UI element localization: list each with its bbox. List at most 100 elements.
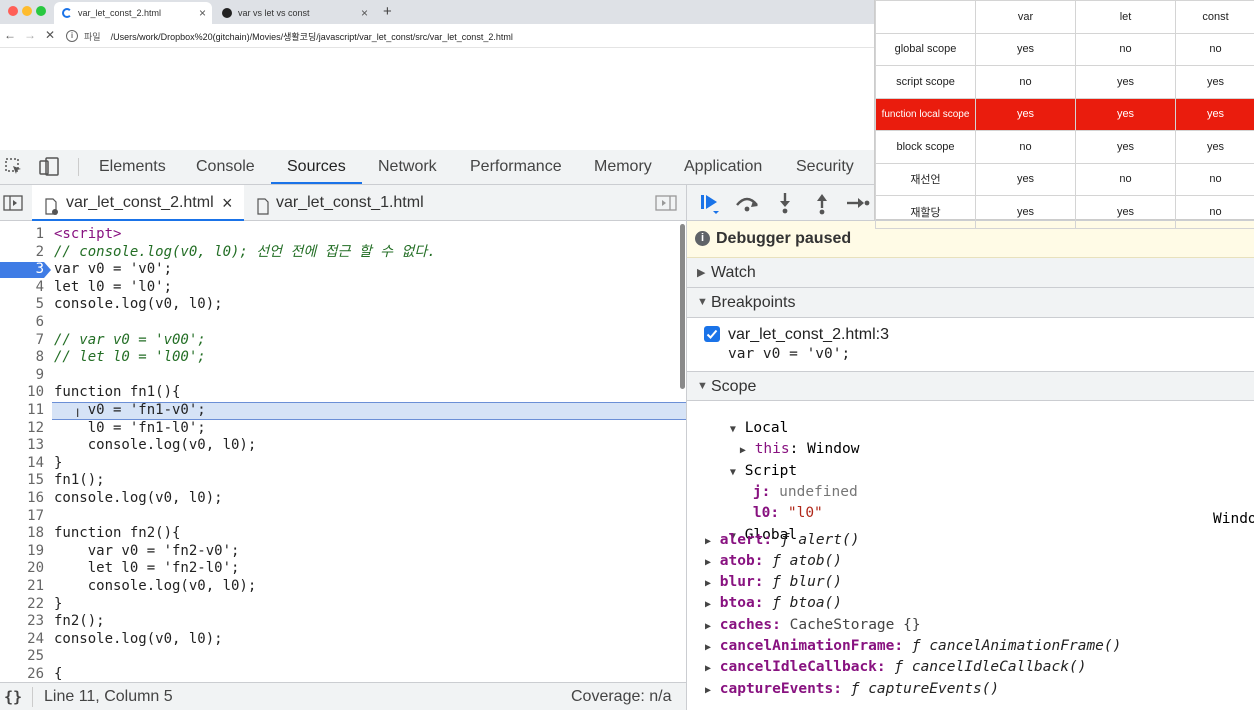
zoom-window-button[interactable] xyxy=(36,6,46,16)
scope-entry[interactable]: ▶ cancelAnimationFrame: ƒ cancelAnimatio… xyxy=(705,638,1121,654)
scope-entry[interactable]: ▶ atob: ƒ atob() xyxy=(705,553,842,569)
table-cell: no xyxy=(1075,32,1176,66)
line-number[interactable]: 8 xyxy=(0,349,44,367)
prop-value: CacheStorage {} xyxy=(789,617,921,633)
file-tab-active[interactable]: var_let_const_2.html × xyxy=(32,185,244,221)
line-number[interactable]: 17 xyxy=(0,508,44,526)
scope-entry[interactable]: ▶ blur: ƒ blur() xyxy=(705,574,842,590)
toggle-debugger-sidebar-icon[interactable] xyxy=(655,195,677,211)
file-tab[interactable]: var_let_const_1.html xyxy=(246,185,446,221)
line-number[interactable]: 11 xyxy=(0,402,44,420)
scope-entry[interactable]: ▶ caches: CacheStorage {} xyxy=(705,617,921,633)
watch-section-header[interactable]: ▶ Watch xyxy=(687,258,1254,288)
scope-entry[interactable]: ▶ captureEvents: ƒ captureEvents() xyxy=(705,681,999,697)
close-file-icon[interactable]: × xyxy=(222,185,233,221)
table-cell: yes xyxy=(1175,130,1254,164)
inspect-element-icon[interactable] xyxy=(4,157,24,177)
prop-name: blur xyxy=(719,574,755,590)
line-number-current[interactable]: 3 xyxy=(0,261,44,279)
line-number[interactable]: 20 xyxy=(0,560,44,578)
stop-loading-icon[interactable]: ✕ xyxy=(45,28,55,42)
line-number[interactable]: 25 xyxy=(0,648,44,666)
breakpoint-item[interactable]: var_let_const_2.html:3 var v0 = 'v0'; xyxy=(687,318,1254,374)
table-cell: no xyxy=(1175,195,1254,229)
line-number[interactable]: 10 xyxy=(0,384,44,402)
line-number[interactable]: 7 xyxy=(0,332,44,350)
line-number[interactable]: 24 xyxy=(0,631,44,649)
row-label: 재선언 xyxy=(875,162,976,196)
breakpoints-section-header[interactable]: ▼ Breakpoints xyxy=(687,288,1254,318)
back-icon[interactable]: ← xyxy=(4,28,16,42)
resume-icon[interactable] xyxy=(697,191,723,215)
scope-entry[interactable]: ▶ alert: ƒ alert() xyxy=(705,532,859,548)
expand-triangle-icon: ▶ xyxy=(705,599,712,610)
line-number[interactable]: 19 xyxy=(0,543,44,561)
coverage-status[interactable]: Coverage: n/a xyxy=(571,688,672,706)
function-symbol: ƒ xyxy=(772,595,781,611)
tab-performance[interactable]: Performance xyxy=(470,150,562,184)
step-icon[interactable] xyxy=(845,191,871,215)
line-number[interactable]: 5 xyxy=(0,296,44,314)
code-line: let l0 = 'l0'; xyxy=(54,278,173,295)
table-cell: yes xyxy=(1175,97,1254,131)
line-number[interactable]: 9 xyxy=(0,367,44,385)
tab-application[interactable]: Application xyxy=(684,150,762,184)
url-field[interactable]: i 파일 /Users/work/Dropbox%20(gitchain)/Mo… xyxy=(66,28,866,44)
close-window-button[interactable] xyxy=(8,6,18,16)
tab-sources[interactable]: Sources xyxy=(271,150,362,184)
scope-comparison-table-overlay: var let const global scope yes no no scr… xyxy=(874,0,1254,229)
info-icon[interactable]: i xyxy=(66,30,78,42)
browser-tab-active[interactable]: var_let_const_2.html × xyxy=(54,2,212,24)
step-into-icon[interactable] xyxy=(772,191,798,215)
line-number[interactable]: 18 xyxy=(0,525,44,543)
line-number[interactable]: 15 xyxy=(0,472,44,490)
code-editor[interactable]: 1 2 3 4 5 6 7 8 9 10 11 12 13 14 15 16 1… xyxy=(0,221,686,682)
scope-label: Scope xyxy=(711,378,757,395)
browser-tab[interactable]: var vs let vs const × xyxy=(214,2,374,24)
editor-scrollbar[interactable] xyxy=(680,224,685,389)
line-number[interactable]: 4 xyxy=(0,279,44,297)
table-cell: yes xyxy=(1075,65,1176,99)
row-label: function local scope xyxy=(875,97,976,131)
tab-memory[interactable]: Memory xyxy=(594,150,652,184)
line-number[interactable]: 22 xyxy=(0,596,44,614)
tab-elements[interactable]: Elements xyxy=(99,150,166,184)
browser-tab-title: var vs let vs const xyxy=(238,8,310,18)
prop-value: cancelIdleCallback() xyxy=(911,659,1087,675)
expand-triangle-icon: ▶ xyxy=(705,578,712,589)
forward-icon[interactable]: → xyxy=(24,28,36,42)
show-navigator-icon[interactable] xyxy=(3,195,23,211)
scope-entry[interactable]: ▶ cancelIdleCallback: ƒ cancelIdleCallba… xyxy=(705,659,1086,675)
status-divider xyxy=(32,687,33,707)
table-cell: yes xyxy=(1075,97,1176,131)
close-tab-icon[interactable]: × xyxy=(361,6,368,20)
scope-entry[interactable]: ▶ btoa: ƒ btoa() xyxy=(705,595,842,611)
function-symbol: ƒ xyxy=(772,574,781,590)
line-number[interactable]: 14 xyxy=(0,455,44,473)
toolbar-divider xyxy=(78,158,79,176)
minimize-window-button[interactable] xyxy=(22,6,32,16)
line-number[interactable]: 21 xyxy=(0,578,44,596)
line-number[interactable]: 2 xyxy=(0,244,44,262)
row-label: 재할당 xyxy=(875,195,976,229)
line-number[interactable]: 1 xyxy=(0,226,44,244)
line-number[interactable]: 26 xyxy=(0,666,44,682)
line-number[interactable]: 12 xyxy=(0,420,44,438)
line-number[interactable]: 16 xyxy=(0,490,44,508)
pretty-print-button[interactable]: {} xyxy=(4,688,22,706)
tab-console[interactable]: Console xyxy=(196,150,255,184)
device-toolbar-icon[interactable] xyxy=(38,157,60,177)
step-over-icon[interactable] xyxy=(734,191,760,215)
tab-network[interactable]: Network xyxy=(378,150,437,184)
line-number[interactable]: 6 xyxy=(0,314,44,332)
close-tab-icon[interactable]: × xyxy=(199,6,206,20)
line-number[interactable]: 23 xyxy=(0,613,44,631)
line-number[interactable]: 13 xyxy=(0,437,44,455)
table-cell: no xyxy=(1175,162,1254,196)
scope-section-header[interactable]: ▼ Scope xyxy=(687,371,1254,401)
breakpoint-checkbox[interactable] xyxy=(704,326,720,342)
tab-security[interactable]: Security xyxy=(796,150,854,184)
prop-value: captureEvents() xyxy=(868,681,1000,697)
new-tab-button[interactable]: + xyxy=(383,3,392,20)
step-out-icon[interactable] xyxy=(809,191,835,215)
